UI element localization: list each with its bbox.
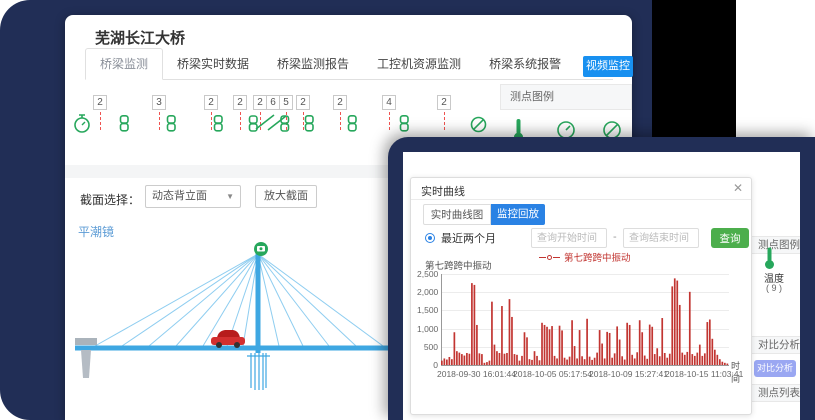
x-axis-line [441, 365, 729, 366]
compare-analysis-button[interactable]: 对比分析 [754, 360, 796, 377]
sensor-dash-line [260, 112, 261, 130]
sensor-count-badge: 2 [93, 95, 107, 110]
recent-two-months-radio[interactable] [425, 233, 435, 243]
dialog-title: 实时曲线 [421, 183, 465, 199]
chain-sensor-icon [399, 115, 410, 132]
close-icon[interactable]: ✕ [733, 181, 743, 195]
tab-realtime-curve[interactable]: 实时曲线图 [423, 204, 491, 225]
sensor-count-badge: 2 [233, 95, 247, 110]
x-tick-label: 2018-10-09 15:27:41 [589, 369, 668, 379]
y-tick: 1,500 [417, 306, 438, 314]
chain-sensor-icon [213, 115, 224, 132]
realtime-curve-dialog: 实时曲线 ✕ 实时曲线图 监控回放 最近两个月 - 查询 第七跨跨中振动 第七跨… [410, 177, 752, 415]
sensor-dash-line [444, 112, 445, 130]
sensor-dash-line [340, 112, 341, 130]
no-entry-icon [470, 116, 487, 133]
sensor-count-badge: 3 [152, 95, 166, 110]
sliver-list-header: 测点列表 [752, 384, 800, 402]
end-time-input[interactable] [623, 228, 699, 248]
sliver-legend-header: 测点图例 [752, 236, 800, 254]
sensor-count-badge: 4 [382, 95, 396, 110]
dropdown-value: 动态背立面 [152, 186, 207, 207]
temperature-count: ( 9 ) [752, 283, 796, 293]
y-tick: 2,500 [417, 270, 438, 278]
chain-sensor-icon [119, 115, 130, 132]
tab-bridge-monitor[interactable]: 桥梁监测 [85, 48, 163, 80]
video-feed-panel [652, 0, 736, 137]
chevron-down-icon: ▼ [226, 186, 234, 207]
y-tick: 0 [417, 361, 438, 369]
tab-realtime-data[interactable]: 桥梁实时数据 [163, 49, 263, 79]
start-time-input[interactable] [531, 228, 607, 248]
y-tick: 1,000 [417, 325, 438, 333]
legend-panel-header: 测点图例 [500, 84, 632, 110]
tab-bar: 桥梁监测 桥梁实时数据 桥梁监测报告 工控机资源监测 桥梁系统报警 [85, 53, 613, 80]
sensor-dash-line [211, 112, 212, 130]
background-window [736, 0, 815, 137]
chain-sensor-icon [347, 115, 358, 132]
radio-label: 最近两个月 [441, 230, 496, 246]
x-tick-label: 2018-09-30 16:01:44 [437, 369, 516, 379]
chain-sensor-cluster-icon [248, 113, 294, 134]
sensor-dash-line [100, 112, 101, 130]
y-tick: 500 [417, 343, 438, 351]
page-title: 芜湖长江大桥 [95, 27, 185, 48]
tab-ipc-resource[interactable]: 工控机资源监测 [363, 49, 475, 79]
stopwatch-icon [73, 114, 91, 134]
x-axis-name: 时间 [731, 359, 747, 385]
query-button[interactable]: 查询 [711, 228, 749, 248]
tab-system-alarm[interactable]: 桥梁系统报警 [475, 49, 575, 79]
chain-sensor-icon [166, 115, 177, 132]
sensor-dash-line [159, 112, 160, 130]
sensor-dash-line [240, 112, 241, 130]
overlay-window: 测点图例 温度 ( 9 ) 对比分析 对比分析 测点列表 实时曲线 ✕ 实时曲线… [388, 137, 815, 420]
sensor-dash-line [389, 112, 390, 130]
car-icon [211, 330, 245, 348]
video-monitor-button[interactable]: 视频监控 [583, 56, 633, 77]
sensor-count-badge: 2 [333, 95, 347, 110]
bridge-schematic [67, 238, 389, 418]
x-tick-label: 2018-10-05 05:17:54 [513, 369, 592, 379]
section-select-label: 截面选择： [80, 191, 140, 208]
enlarge-section-button[interactable]: 放大截面 [255, 185, 317, 208]
sliver-analysis-header: 对比分析 [752, 336, 800, 354]
tab-monitor-report[interactable]: 桥梁监测报告 [263, 49, 363, 79]
sensor-dash-line [286, 112, 287, 130]
sensor-dash-line [303, 112, 304, 130]
sensor-count-badge: 6 [266, 95, 280, 110]
sensor-count-badge: 2 [204, 95, 218, 110]
sensor-count-badge: 2 [437, 95, 451, 110]
sensor-count-badge: 2 [253, 95, 267, 110]
vibration-chart: 第七跨跨中振动 2,500 2,000 1,500 1,000 500 0 20… [417, 258, 747, 394]
range-separator: - [613, 231, 617, 243]
chart-bars [441, 274, 729, 365]
sensor-count-badge: 2 [296, 95, 310, 110]
chain-sensor-icon [304, 115, 315, 132]
screenshot-stage: 芜湖长江大桥 桥梁监测 桥梁实时数据 桥梁监测报告 工控机资源监测 桥梁系统报警… [0, 0, 815, 420]
y-tick: 2,000 [417, 288, 438, 296]
section-select-dropdown[interactable]: 动态背立面 ▼ [145, 185, 241, 208]
tab-monitor-playback[interactable]: 监控回放 [491, 204, 545, 225]
camera-marker-icon [254, 242, 268, 256]
sensor-count-badge: 5 [279, 95, 293, 110]
